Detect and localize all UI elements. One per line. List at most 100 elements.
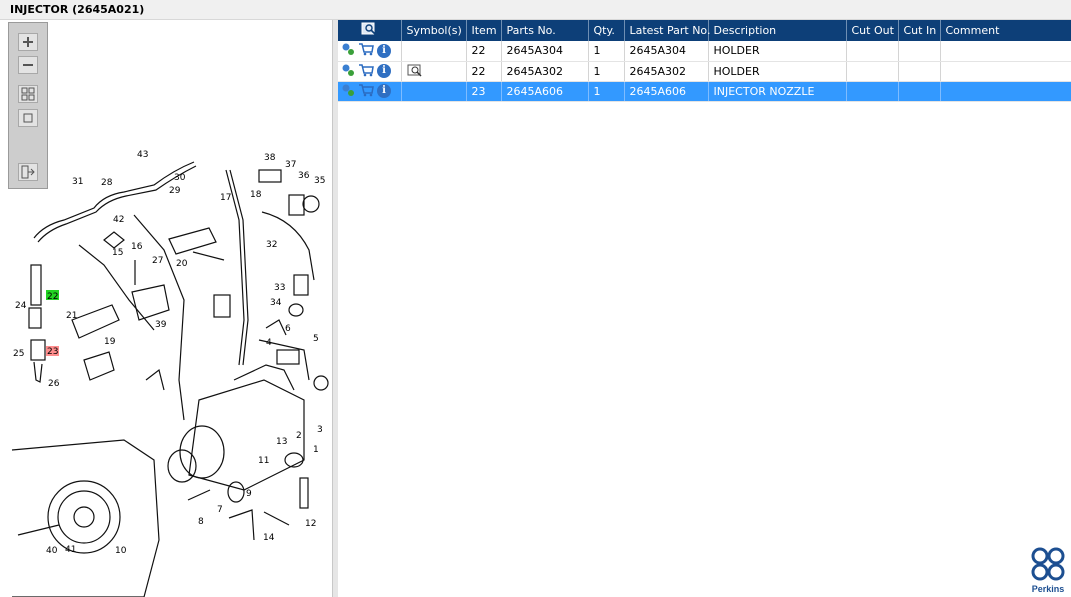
column-header-qty[interactable]: Qty. (588, 20, 625, 41)
row-actions: i (338, 41, 402, 62)
callout-label-41[interactable]: 41 (65, 545, 76, 555)
zoom-out-button[interactable] (18, 56, 38, 74)
callout-label-39[interactable]: 39 (155, 320, 167, 330)
table-row[interactable]: i 22 2645A304 1 2645A304 HOLDER (338, 41, 1071, 62)
callout-label-35[interactable]: 35 (314, 176, 325, 186)
cell-description: HOLDER (708, 61, 847, 82)
callout-label-10[interactable]: 10 (115, 546, 127, 556)
column-header-cut-in[interactable]: Cut In (898, 20, 941, 41)
gears-icon[interactable] (341, 42, 355, 59)
callout-label-32[interactable]: 32 (266, 240, 277, 250)
callout-label-20[interactable]: 20 (176, 259, 188, 269)
column-header-parts-no[interactable]: Parts No. (501, 20, 589, 41)
info-icon[interactable]: i (377, 84, 391, 98)
column-header-description[interactable]: Description (708, 20, 847, 41)
callout-label-14[interactable]: 14 (263, 533, 275, 543)
gears-icon[interactable] (341, 83, 355, 100)
cell-latest-part-no: 2645A606 (624, 81, 709, 102)
callout-label-28[interactable]: 28 (101, 178, 113, 188)
callout-label-7[interactable]: 7 (217, 505, 223, 515)
search-book-icon (361, 22, 376, 35)
callout-label-27[interactable]: 27 (152, 256, 163, 266)
column-header-latest-part-no[interactable]: Latest Part No. (624, 20, 710, 41)
callout-label-19[interactable]: 19 (104, 337, 116, 347)
cell-cut-in (898, 61, 941, 82)
table-row[interactable]: i 22 2645A302 1 2645A302 HOLDER (338, 61, 1071, 82)
callout-label-8[interactable]: 8 (198, 517, 204, 527)
callout-label-37[interactable]: 37 (285, 160, 296, 170)
callout-label-24[interactable]: 24 (15, 301, 27, 311)
cell-qty: 1 (588, 61, 625, 82)
callout-label-2[interactable]: 2 (296, 431, 302, 441)
cell-cut-out (846, 41, 899, 62)
callout-label-21[interactable]: 21 (66, 311, 77, 321)
cell-cut-out (846, 61, 899, 82)
book-icon[interactable] (407, 63, 423, 77)
cell-parts-no: 2645A606 (501, 81, 589, 102)
cell-symbol (401, 61, 467, 82)
callout-label-40[interactable]: 40 (46, 546, 58, 556)
table-row[interactable]: i 23 2645A606 1 2645A606 INJECTOR NOZZLE (338, 81, 1071, 102)
fit-all-icon (21, 87, 35, 101)
parts-list-pane: Symbol(s) Item Parts No. Qty. Latest Par… (338, 20, 1071, 102)
column-header-cut-out[interactable]: Cut Out (846, 20, 899, 41)
callout-label-6[interactable]: 6 (285, 324, 291, 334)
callout-label-12[interactable]: 12 (305, 519, 316, 529)
info-icon[interactable]: i (377, 64, 391, 78)
callout-label-18[interactable]: 18 (250, 190, 262, 200)
callout-label-1[interactable]: 1 (313, 445, 319, 455)
callout-label-38[interactable]: 38 (264, 153, 276, 163)
exploded-parts-diagram[interactable]: 43 383736 3531 28 302917 184232161527 20222421… (4, 20, 333, 597)
cell-qty: 1 (588, 41, 625, 62)
column-header-symbols[interactable]: Symbol(s) (401, 20, 467, 41)
cell-cut-out (846, 81, 899, 102)
logo-text: Perkins (1031, 584, 1065, 594)
gears-icon[interactable] (341, 63, 355, 80)
info-icon[interactable]: i (377, 43, 391, 58)
callout-label-42[interactable]: 42 (113, 215, 124, 225)
cell-symbol (401, 41, 467, 62)
column-header-comment[interactable]: Comment (940, 20, 1071, 41)
callout-label-11[interactable]: 11 (258, 456, 269, 466)
callout-label-36[interactable]: 36 (298, 171, 310, 181)
callout-label-16[interactable]: 16 (131, 242, 143, 252)
callout-label-23[interactable]: 23 (47, 347, 58, 357)
cart-icon[interactable] (358, 63, 374, 80)
callout-label-31[interactable]: 31 (72, 177, 83, 187)
callout-label-22[interactable]: 22 (47, 292, 58, 302)
pane-splitter[interactable] (333, 20, 338, 597)
callout-label-4[interactable]: 4 (266, 338, 272, 348)
callout-label-9[interactable]: 9 (246, 489, 252, 499)
callout-label-43[interactable]: 43 (137, 150, 148, 160)
cell-item: 23 (466, 81, 502, 102)
callout-label-26[interactable]: 26 (48, 379, 60, 389)
perkins-logo: Perkins (1026, 546, 1070, 596)
cell-parts-no: 2645A304 (501, 41, 589, 62)
column-header-item[interactable]: Item (466, 20, 502, 41)
zoom-in-button[interactable] (18, 33, 38, 51)
fit-all-button[interactable] (18, 85, 38, 103)
cart-icon[interactable] (358, 83, 374, 100)
window-title-bar: INJECTOR (2645A021) (0, 0, 1071, 20)
callout-label-13[interactable]: 13 (276, 437, 287, 447)
cell-latest-part-no: 2645A302 (624, 61, 709, 82)
diagram-pane[interactable]: 43 38 37 36 35 31 28 30 29 17 18 42 32 16 15 27 20 22 24 21… (4, 20, 333, 597)
actual-size-button[interactable] (18, 109, 38, 127)
callout-label-15[interactable]: 15 (112, 248, 123, 258)
callout-label-33[interactable]: 33 (274, 283, 285, 293)
cell-description: INJECTOR NOZZLE (708, 81, 847, 102)
cell-item: 22 (466, 61, 502, 82)
callout-label-25[interactable]: 25 (13, 349, 24, 359)
callout-label-3[interactable]: 3 (317, 425, 323, 435)
callout-label-30[interactable]: 30 (174, 173, 186, 183)
callout-label-17[interactable]: 17 (220, 193, 231, 203)
callout-label-34[interactable]: 34 (270, 298, 282, 308)
export-button[interactable] (18, 163, 38, 181)
cell-symbol (401, 81, 467, 102)
callout-label-29[interactable]: 29 (169, 186, 181, 196)
column-header-icons[interactable] (338, 20, 402, 41)
actual-size-icon (23, 113, 33, 123)
callout-label-5[interactable]: 5 (313, 334, 319, 344)
cell-latest-part-no: 2645A304 (624, 41, 709, 62)
cart-icon[interactable] (358, 42, 374, 59)
